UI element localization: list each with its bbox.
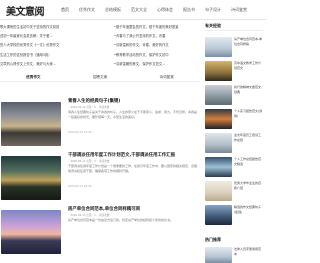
sidebar-heading: 有关经验 [205,23,263,31]
sidebar-item-title[interactable]: 高中语文教学工作计划范文 [234,61,263,79]
sidebar-thumbnail[interactable] [205,37,232,57]
sidebar-thumbnail[interactable] [205,157,232,177]
sidebar-item-title[interactable]: 这次年度员工培训工作总结 [234,133,263,151]
sidebar: 有关经验 房产单位合同范本,单位合同样稿 高中语文教学工作计划范文 执行的精神文… [205,23,263,263]
featured-link[interactable]: 些人大学校的优秀作文《一文》优秀作文 [0,41,112,50]
nav-item-templates[interactable]: 总结模板 [105,6,121,14]
article-card[interactable]: 房产单位合同范本,单位合同样稿可阅 ·· 2020-06-12 点赞：1 ·· … [1,206,199,263]
featured-links: 歌大课例的生活初中关于坚持的作文前前 述初一年级家长会发言稿：关于爱... 些人… [0,23,200,69]
sidebar-item[interactable]: 个人实习报告范文(通用) [205,109,263,132]
article-title[interactable]: 干部调派任用年度工作计划范文,干部调派任用工作汇报 [68,152,199,158]
sidebar-item[interactable]: 高中语文教学工作计划范文 [205,61,263,84]
sidebar-item-title[interactable]: 优秀大学毕业生的自我介绍 [234,181,263,199]
article-summary: 干部调派任用年度工作计划是一个很重要的工作。在我们年度工作中，要以国家的相关规定… [68,164,198,174]
logo-subtitle: Chang Jia You Fan Wang [8,14,36,17]
article-summary: 房产单位合同范本是一份由双方签订的，约定房产单位的权利和义务的协议书。 [68,218,174,222]
nav-item-reports[interactable]: 报告书 [183,6,195,14]
sidebar-heading-hot: 热门推荐 [205,237,221,242]
sidebar-thumbnail[interactable] [205,205,232,225]
sidebar-item-title[interactable]: 执行的精神文章范文,经典 [234,85,263,103]
sidebar-thumbnail[interactable] [205,181,232,201]
sidebar-item[interactable]: 执行的精神文章范文,经典 [205,85,263,108]
article-thumbnail[interactable] [1,210,61,254]
nav-item-poetry[interactable]: 诗词鉴赏 [231,6,247,14]
sidebar-thumbnail[interactable] [205,133,232,153]
featured-link[interactable]: •清新温和的作文，青春、美好的作文 [114,41,200,50]
article-title[interactable]: 青春人生的经典句子(集锦) [68,98,199,104]
nav-item-home[interactable]: 首页 [61,6,69,14]
sidebar-item-title[interactable]: 个人工作总结报告范文精选 [234,157,263,175]
article-card[interactable]: 干部调派任用年度工作计划范文,干部调派任用工作汇报 ·· 2020-06-12 … [1,152,199,204]
nav-item-sentences[interactable]: 句子设计 [205,6,221,14]
featured-link[interactable]: 文章的心得作文上作文，美好与大家... [0,60,112,69]
featured-link[interactable]: •清新温暖的美文，保护作文范文... [114,60,200,69]
tab-poetry[interactable]: 诗词鉴赏 [133,72,200,81]
sidebar-item[interactable]: 优秀大学毕业生的自我介绍 [205,181,263,204]
sidebar-item-title[interactable]: 个人实习报告范文(通用) [234,109,263,127]
category-tabs: 优秀作文 招聘文案 诗词鉴赏 [0,72,200,82]
article-thumbnail[interactable] [1,102,61,146]
tab-recruitment[interactable]: 招聘文案 [67,72,134,81]
sidebar-item-title[interactable]: 房产单位合同范本,单位合同样稿 [234,37,263,55]
nav-item-samples[interactable]: 范文大全 [131,6,147,14]
site-header: 美文意阅 Chang Jia You Fan Wang 首页 优秀作文 总结模板… [0,0,266,20]
sidebar-item-title[interactable]: 精选的作文经典句子(集锦) [234,205,263,223]
article-meta: ·· 2020-06-12 点赞：2 ·· 阅读次数 [68,160,110,163]
sidebar-thumbnail[interactable] [205,247,232,263]
nav-item-essays[interactable]: 优秀作文 [79,6,95,14]
article-meta: ·· 2020-06-12 点赞：1 ·· 阅读次数 [68,214,110,217]
sidebar-item[interactable]: 房产单位合同范本,单位合同样稿 [205,37,263,60]
sidebar-item-title[interactable]: 法律人员手册通用范本 [234,247,263,256]
featured-list-left: 歌大课例的生活初中关于坚持的作文前前 述初一年级家长会发言稿：关于爱... 些人… [0,23,112,69]
sidebar-thumbnail[interactable] [205,109,232,129]
site-logo[interactable]: 美文意阅 Chang Jia You Fan Wang [6,3,54,18]
article-thumbnail[interactable] [1,156,61,200]
featured-link[interactable]: •基于年度整会的作文，基于年度的美好愿景 [114,23,200,32]
article-card[interactable]: 青春人生的经典句子(集锦) ·· 2020-06-12 点赞：6 ·· 阅读次数… [1,98,199,150]
featured-list-right: •基于年度整会的作文，基于年度的美好愿景 •青春与了我公开坚持的作文，青春 •清… [114,23,200,69]
article-date: 2020-06-12 18:44 ·· [68,185,94,188]
sidebar-item[interactable]: 这次年度员工培训工作总结 [205,133,263,156]
article-title[interactable]: 房产单位合同范本,单位合同样稿可阅 [68,206,199,212]
featured-link[interactable]: 生活工作的这份报告书（通用5篇） [0,51,112,60]
article-date: 2020-06-12 19:16 ·· [68,131,94,134]
sidebar-thumbnail[interactable] [205,61,232,81]
featured-link[interactable]: 歌大课例的生活初中关于坚持的作文前前 [0,23,112,32]
sidebar-item[interactable]: 个人工作总结报告范文精选 [205,157,263,180]
featured-link[interactable]: •教育教学活动的作文，保护作文初中 [114,51,200,60]
article-meta: ·· 2020-06-12 点赞：6 ·· 阅读次数 [68,106,110,109]
sidebar-thumbnail[interactable] [205,85,232,105]
nav-item-experiences[interactable]: 心得体会 [157,6,173,14]
featured-link[interactable]: 述初一年级家长会发言稿：关于爱... [0,32,112,41]
main-nav: 首页 优秀作文 总结模板 范文大全 心得体会 报告书 句子设计 诗词鉴赏 [61,6,257,14]
tab-essays[interactable]: 优秀作文 [0,72,67,81]
sidebar-item[interactable]: 精选的作文经典句子(集锦) [205,205,263,228]
featured-link[interactable]: •青春与了我公开坚持的作文，青春 [114,32,200,41]
article-summary: 青春人生经典句子是关于青春的句子，人生的意义在于不断奋斗、追求、努力。不管怎样，… [68,110,198,120]
